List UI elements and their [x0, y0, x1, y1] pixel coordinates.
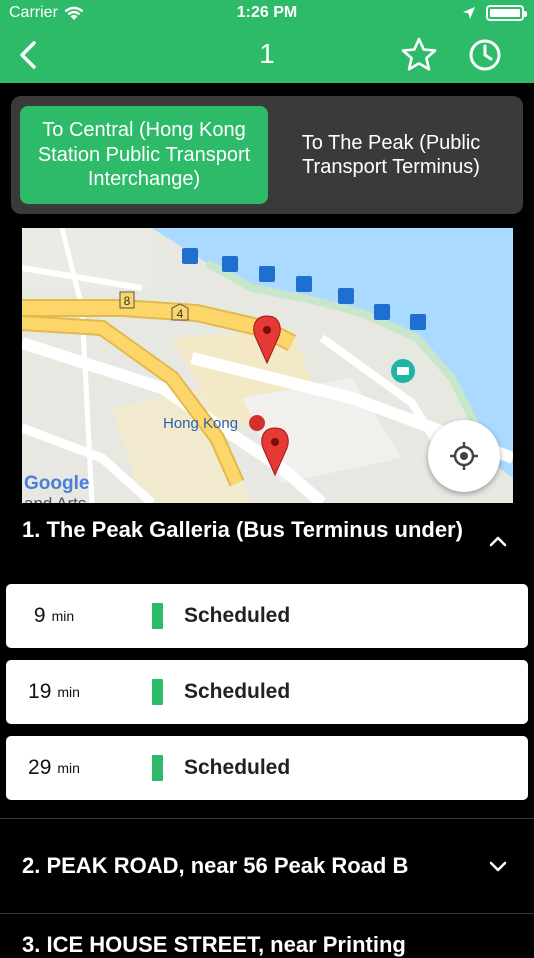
- my-location-button[interactable]: [428, 420, 500, 492]
- eta-minutes-unit: min: [51, 608, 75, 624]
- divider: [0, 913, 534, 914]
- direction-toggle: To Central (Hong Kong Station Public Tra…: [11, 96, 523, 214]
- chevron-down-icon[interactable]: [486, 854, 510, 878]
- eta-minutes-value: 19: [28, 680, 52, 703]
- eta-minutes-value: 29: [28, 756, 52, 779]
- status-time: 1:26 PM: [236, 4, 298, 21]
- map-place-label: Hong Kong: [163, 415, 238, 432]
- eta-minutes-unit: min: [57, 760, 80, 776]
- eta-minutes-unit: min: [57, 684, 80, 700]
- eta-row: 29 min Scheduled: [6, 736, 528, 800]
- nav-bar: 1: [0, 28, 534, 83]
- divider: [0, 818, 534, 819]
- road-badge-8: 8: [124, 294, 131, 308]
- eta-minutes: 9 min: [6, 584, 102, 648]
- chevron-up-icon[interactable]: [486, 530, 510, 554]
- eta-status: Scheduled: [184, 680, 291, 703]
- stop-2-header[interactable]: 2. PEAK ROAD, near 56 Peak Road B: [22, 853, 408, 879]
- eta-status: Scheduled: [184, 756, 291, 779]
- location-arrow-icon: [463, 7, 475, 19]
- eta-status-bar: [152, 679, 163, 705]
- eta-status: Scheduled: [184, 604, 291, 627]
- direction-option-peak[interactable]: To The Peak (Public Transport Terminus): [267, 106, 515, 204]
- route-title: 1: [259, 38, 275, 69]
- direction-option-label: To Central (Hong Kong Station Public Tra…: [37, 119, 251, 191]
- eta-row: 19 min Scheduled: [6, 660, 528, 724]
- eta-status-bar: [152, 755, 163, 781]
- eta-minutes: 29 min: [6, 736, 102, 800]
- map-partial-label: and Arts: [24, 494, 86, 503]
- eta-minutes: 19 min: [6, 660, 102, 724]
- clock-history-icon[interactable]: [467, 37, 503, 73]
- stop-1-header[interactable]: 1. The Peak Galleria (Bus Terminus under…: [22, 516, 472, 543]
- status-bar: Carrier 1:26 PM: [0, 0, 534, 28]
- direction-option-label: To The Peak (Public Transport Terminus): [301, 131, 481, 179]
- eta-row: 9 min Scheduled: [6, 584, 528, 648]
- status-right: [462, 5, 527, 21]
- eta-minutes-value: 9: [33, 604, 46, 627]
- direction-option-central[interactable]: To Central (Hong Kong Station Public Tra…: [20, 106, 268, 204]
- road-badge-4: 4: [177, 307, 184, 321]
- eta-status-bar: [152, 603, 163, 629]
- map-attribution: Google: [24, 473, 89, 494]
- battery-icon: [486, 5, 527, 21]
- crosshair-icon: [450, 442, 478, 470]
- stop-3-header[interactable]: 3. ICE HOUSE STREET, near Printing: [22, 932, 406, 958]
- star-favorite-icon[interactable]: [400, 36, 438, 74]
